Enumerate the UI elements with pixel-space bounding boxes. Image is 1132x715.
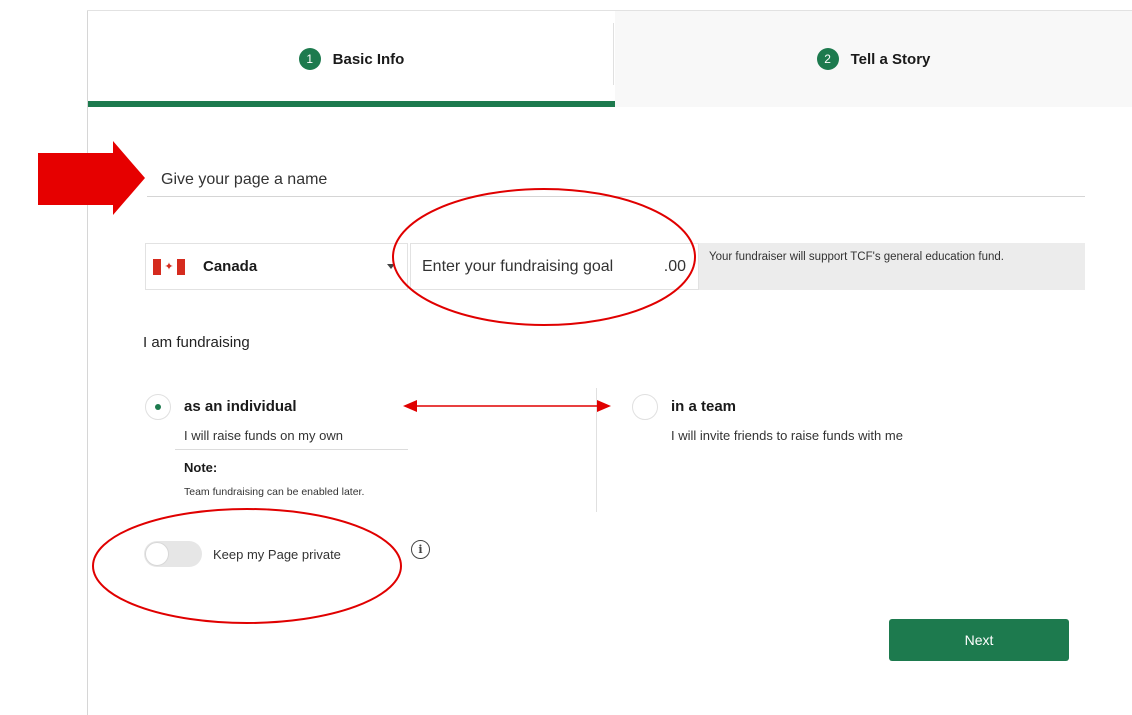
fundraising-type-label: I am fundraising xyxy=(143,334,250,351)
private-page-label: Keep my Page private xyxy=(213,547,341,562)
radio-team[interactable] xyxy=(632,394,658,420)
option-title: as an individual xyxy=(184,398,297,415)
step-tabs: 1 Basic Info 2 Tell a Story xyxy=(88,11,1132,107)
tab-basic-info[interactable]: 1 Basic Info xyxy=(88,11,615,107)
chevron-down-icon xyxy=(387,264,395,269)
info-icon[interactable]: i xyxy=(411,540,430,559)
page-name-placeholder: Give your page a name xyxy=(161,171,328,188)
next-button[interactable]: Next xyxy=(889,619,1069,661)
option-divider xyxy=(175,449,408,450)
annotation-overlay xyxy=(38,141,696,624)
step-number-badge: 2 xyxy=(816,48,839,70)
double-arrow-right-head xyxy=(597,400,611,412)
option-description: I will invite friends to raise funds wit… xyxy=(671,428,903,443)
option-individual[interactable]: as an individual I will raise funds on m… xyxy=(145,390,410,450)
fundraising-goal-input[interactable]: Enter your fundraising goal .00 xyxy=(410,243,699,290)
radio-selected-dot xyxy=(155,404,161,410)
red-arrow-annotation xyxy=(38,141,145,215)
option-title: in a team xyxy=(671,398,737,415)
goal-cents: .00 xyxy=(663,258,686,275)
note-text: Team fundraising can be enabled later. xyxy=(184,486,365,498)
page-name-input[interactable]: Give your page a name xyxy=(147,162,1085,197)
support-text: Your fundraiser will support TCF's gener… xyxy=(709,251,1004,263)
canada-flag-icon: ✦ xyxy=(153,258,185,275)
option-description: I will raise funds on my own xyxy=(184,428,343,443)
active-tab-indicator xyxy=(88,101,615,107)
goal-placeholder: Enter your fundraising goal xyxy=(422,257,614,275)
tab-label: Tell a Story xyxy=(850,50,931,68)
radio-individual[interactable] xyxy=(145,394,171,420)
support-info-box: Your fundraiser will support TCF's gener… xyxy=(699,243,1085,290)
step-number-badge: 1 xyxy=(298,48,321,70)
country-select[interactable]: ✦ Canada xyxy=(145,243,408,290)
option-team[interactable]: in a team I will invite friends to raise… xyxy=(632,390,1012,450)
tab-tell-a-story[interactable]: 2 Tell a Story xyxy=(615,11,1132,107)
page-border-left xyxy=(87,10,88,715)
tab-label: Basic Info xyxy=(332,50,405,68)
note-title: Note: xyxy=(184,460,218,475)
toggle-knob xyxy=(145,542,169,566)
private-page-toggle[interactable] xyxy=(144,541,202,567)
tab-divider xyxy=(613,23,614,85)
toggle-circle-annotation xyxy=(92,508,402,624)
country-name: Canada xyxy=(203,258,258,275)
options-column-divider xyxy=(596,388,597,512)
